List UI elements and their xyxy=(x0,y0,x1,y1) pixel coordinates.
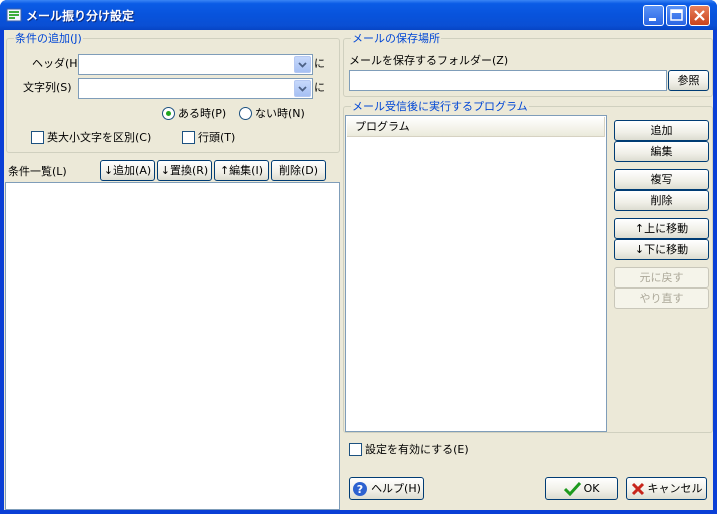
title-bar[interactable]: メール振り分け設定 xyxy=(0,0,717,30)
header-suffix: に xyxy=(314,57,325,70)
folder-path-input[interactable] xyxy=(349,70,667,91)
programs-legend: メール受信後に実行するプログラム xyxy=(351,100,529,113)
program-listview[interactable]: プログラム xyxy=(345,115,607,432)
move-up-button[interactable]: ↑上に移動 xyxy=(614,218,709,239)
help-button-label: ヘルプ(H) xyxy=(371,482,421,495)
header-label: ヘッダ(H) xyxy=(32,57,82,70)
ok-button-label: OK xyxy=(583,482,600,495)
move-down-button[interactable]: ↓下に移動 xyxy=(614,239,709,260)
condition-list-label: 条件一覧(L) xyxy=(8,165,67,178)
string-label: 文字列(S) xyxy=(23,81,72,94)
radio-absent[interactable] xyxy=(239,107,252,120)
radio-absent-label[interactable]: ない時(N) xyxy=(255,107,305,121)
folder-label: メールを保存するフォルダー(Z) xyxy=(349,54,509,67)
close-button[interactable] xyxy=(689,5,710,26)
undo-button[interactable]: 元に戻す xyxy=(614,267,709,288)
ok-button[interactable]: OK xyxy=(545,477,618,500)
radio-present[interactable] xyxy=(162,107,175,120)
program-edit-button[interactable]: 編集 xyxy=(614,141,709,162)
checkmark-icon xyxy=(563,482,581,496)
maximize-button[interactable] xyxy=(666,5,687,26)
browse-button[interactable]: 参照 xyxy=(668,70,709,91)
redo-button[interactable]: やり直す xyxy=(614,288,709,309)
condition-delete-button[interactable]: 削除(D) xyxy=(271,160,326,181)
conditions-group-legend: 条件の追加(J) xyxy=(14,32,83,45)
help-icon: ? xyxy=(353,482,368,496)
condition-edit-button[interactable]: ↑編集(I) xyxy=(214,160,269,181)
string-suffix: に xyxy=(314,81,325,94)
dialog-body: 条件の追加(J) ヘッダ(H) に 文字列(S) に ある時(P) ない時(N)… xyxy=(4,30,713,510)
dialog-window: メール振り分け設定 条件の追加(J) ヘッダ(H) に 文字列(S) に ある時… xyxy=(0,0,717,514)
cancel-button-label: キャンセル xyxy=(647,482,703,495)
mail-sort-app-icon xyxy=(6,8,22,22)
enable-setting-checkbox[interactable] xyxy=(349,443,362,456)
case-sensitive-checkbox[interactable] xyxy=(31,131,44,144)
string-combobox[interactable] xyxy=(78,78,313,99)
program-delete-button[interactable]: 削除 xyxy=(614,190,709,211)
svg-text:?: ? xyxy=(357,483,363,496)
close-icon xyxy=(694,10,705,21)
minimize-button[interactable] xyxy=(643,5,664,26)
condition-replace-button[interactable]: ↓置換(R) xyxy=(157,160,212,181)
maximize-icon xyxy=(670,9,683,21)
program-copy-button[interactable]: 複写 xyxy=(614,169,709,190)
header-combobox[interactable] xyxy=(78,54,313,75)
window-title: メール振り分け設定 xyxy=(26,9,135,23)
help-button[interactable]: ? ヘルプ(H) xyxy=(349,477,424,500)
program-column-header[interactable]: プログラム xyxy=(347,117,605,137)
cancel-button[interactable]: キャンセル xyxy=(626,477,707,500)
string-dropdown-button[interactable] xyxy=(294,80,311,97)
save-location-legend: メールの保存場所 xyxy=(351,32,441,45)
condition-listbox[interactable] xyxy=(5,182,340,510)
program-add-button[interactable]: 追加 xyxy=(614,120,709,141)
chevron-down-icon xyxy=(298,86,307,92)
cancel-x-icon xyxy=(631,482,644,496)
chevron-down-icon xyxy=(298,62,307,68)
minimize-icon xyxy=(649,18,656,21)
enable-setting-label[interactable]: 設定を有効にする(E) xyxy=(365,443,469,457)
condition-add-button[interactable]: ↓追加(A) xyxy=(100,160,155,181)
line-start-checkbox[interactable] xyxy=(182,131,195,144)
radio-selected-dot xyxy=(166,111,171,116)
program-column-header-label: プログラム xyxy=(355,120,410,133)
radio-present-label[interactable]: ある時(P) xyxy=(178,107,226,121)
line-start-label[interactable]: 行頭(T) xyxy=(198,131,235,145)
header-dropdown-button[interactable] xyxy=(294,56,311,73)
case-sensitive-label[interactable]: 英大小文字を区別(C) xyxy=(47,131,151,145)
